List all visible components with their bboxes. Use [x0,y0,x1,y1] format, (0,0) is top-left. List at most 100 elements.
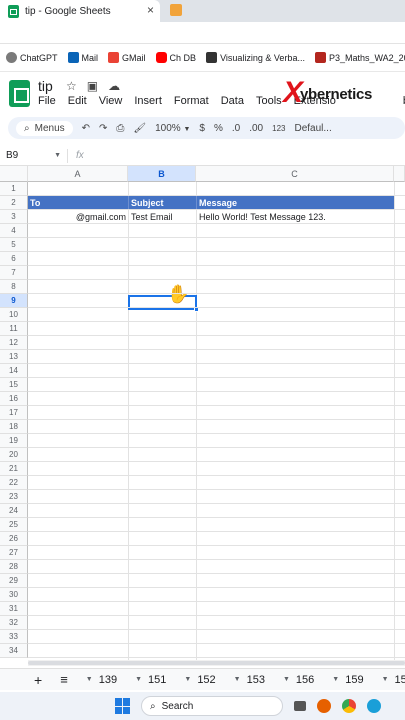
menu-format[interactable]: Format [174,95,209,107]
paint-format-icon[interactable]: 🖌 [133,123,146,134]
increase-decimal-button[interactable]: .00 [249,123,263,134]
row-header-9[interactable]: 9 [0,294,28,308]
zoom-select[interactable]: 100% ▼ [155,123,190,134]
menu-edit[interactable]: Edit [68,95,87,107]
spreadsheet-grid[interactable]: A B C To Subject Message @gmail.com Test… [0,166,405,660]
column-header-b[interactable]: B [128,166,196,182]
font-select[interactable]: Defaul... [294,123,331,134]
bookmark-gmail[interactable]: GMail [108,52,146,63]
row-header-34[interactable]: 34 [0,644,28,658]
bookmark-visualizing[interactable]: Visualizing & Verba... [206,52,305,63]
scrollbar-thumb[interactable] [28,661,405,665]
google-sheets-logo[interactable] [9,80,30,107]
row-header-10[interactable]: 10 [0,308,28,322]
document-title[interactable]: tip [38,78,53,94]
sheet-tab-139[interactable]: ▼ 139 [77,674,126,686]
sheet-tab-151[interactable]: ▼ 151 [126,674,175,686]
name-box[interactable]: B9 ▼ [0,148,68,163]
row-header-11[interactable]: 11 [0,322,28,336]
menu-tools[interactable]: Tools [256,95,282,107]
address-bar-area[interactable] [0,22,405,44]
row-header-19[interactable]: 19 [0,434,28,448]
tab-close-icon[interactable]: × [147,3,154,17]
browser-tab-inactive-icon[interactable] [170,4,182,16]
sheet-tab-153[interactable]: ▼ 153 [225,674,274,686]
row-header-22[interactable]: 22 [0,476,28,490]
sheet-tab-159-im[interactable]: ▼159_IM [373,674,405,686]
row-header-21[interactable]: 21 [0,462,28,476]
number-format-button[interactable]: 123 [272,124,285,133]
row-header-28[interactable]: 28 [0,560,28,574]
row-header-27[interactable]: 27 [0,546,28,560]
add-sheet-button[interactable]: + [0,672,51,688]
cell-c3[interactable]: Hello World! Test Message 123. [199,210,394,224]
undo-icon[interactable]: ↶ [82,123,90,134]
row-header-6[interactable]: 6 [0,252,28,266]
taskbar-search-box[interactable]: ⌕ Search [141,696,283,716]
sheet-tab-152[interactable]: ▼ 152 [175,674,224,686]
menu-view[interactable]: View [99,95,123,107]
row-header-26[interactable]: 26 [0,532,28,546]
row-header-5[interactable]: 5 [0,238,28,252]
select-all-corner[interactable] [0,166,28,182]
row-header-14[interactable]: 14 [0,364,28,378]
firefox-icon[interactable] [317,699,331,713]
column-header-d[interactable] [394,166,405,182]
row-header-2[interactable]: 2 [0,196,28,210]
search-menus-button[interactable]: ⌕ Menus [16,120,73,136]
row-header-3[interactable]: 3 [0,210,28,224]
row-header-23[interactable]: 23 [0,490,28,504]
horizontal-scrollbar[interactable] [28,660,405,666]
cell-c2[interactable]: Message [196,196,394,210]
row-header-31[interactable]: 31 [0,602,28,616]
menu-insert[interactable]: Insert [134,95,162,107]
row-header-18[interactable]: 18 [0,420,28,434]
edge-icon[interactable] [367,699,381,713]
decrease-decimal-button[interactable]: .0 [232,123,240,134]
row-header-16[interactable]: 16 [0,392,28,406]
bookmark-mail[interactable]: Mail [67,52,98,63]
browser-tab-active[interactable]: tip - Google Sheets × [0,0,160,22]
row-header-32[interactable]: 32 [0,616,28,630]
bookmark-p3-maths[interactable]: P3_Maths_WA2_20... [314,52,405,63]
star-icon[interactable]: ☆ [66,79,77,93]
row-header-15[interactable]: 15 [0,378,28,392]
move-folder-icon[interactable]: ▣ [87,79,98,93]
row-header-24[interactable]: 24 [0,504,28,518]
column-header-a[interactable]: A [28,166,128,182]
row-header-12[interactable]: 12 [0,336,28,350]
percent-button[interactable]: % [214,123,223,134]
row-header-4[interactable]: 4 [0,224,28,238]
menu-data[interactable]: Data [221,95,244,107]
row-header-1[interactable]: 1 [0,182,28,196]
currency-button[interactable]: $ [199,123,205,134]
redo-icon[interactable]: ↷ [99,123,107,134]
column-header-c[interactable]: C [196,166,394,182]
row-header-30[interactable]: 30 [0,588,28,602]
cloud-status-icon[interactable]: ☁ [108,79,120,93]
bookmark-ch-db[interactable]: Ch DB [155,52,196,63]
row-header-20[interactable]: 20 [0,448,28,462]
hand-cursor-icon: ✋ [167,284,190,304]
row-header-17[interactable]: 17 [0,406,28,420]
row-header-13[interactable]: 13 [0,350,28,364]
cell-b2[interactable]: Subject [128,196,196,210]
row-header-25[interactable]: 25 [0,518,28,532]
gridline [28,377,405,378]
all-sheets-button[interactable]: ≡ [51,672,77,687]
print-icon[interactable]: ⎙ [116,123,124,134]
task-view-icon[interactable] [294,701,306,711]
cell-a2[interactable]: To [28,196,128,210]
windows-start-icon[interactable] [115,698,131,714]
cell-a3[interactable]: @gmail.com [28,210,126,224]
bookmark-chatgpt[interactable]: ChatGPT [6,52,58,63]
cell-b3[interactable]: Test Email [131,210,195,224]
sheet-tab-156[interactable]: ▼ 156 [274,674,323,686]
row-header-33[interactable]: 33 [0,630,28,644]
menu-file[interactable]: File [38,95,56,107]
row-header-8[interactable]: 8 [0,280,28,294]
row-header-7[interactable]: 7 [0,266,28,280]
sheet-tab-159[interactable]: ▼ 159 [323,674,372,686]
chrome-icon[interactable] [342,699,356,713]
row-header-29[interactable]: 29 [0,574,28,588]
